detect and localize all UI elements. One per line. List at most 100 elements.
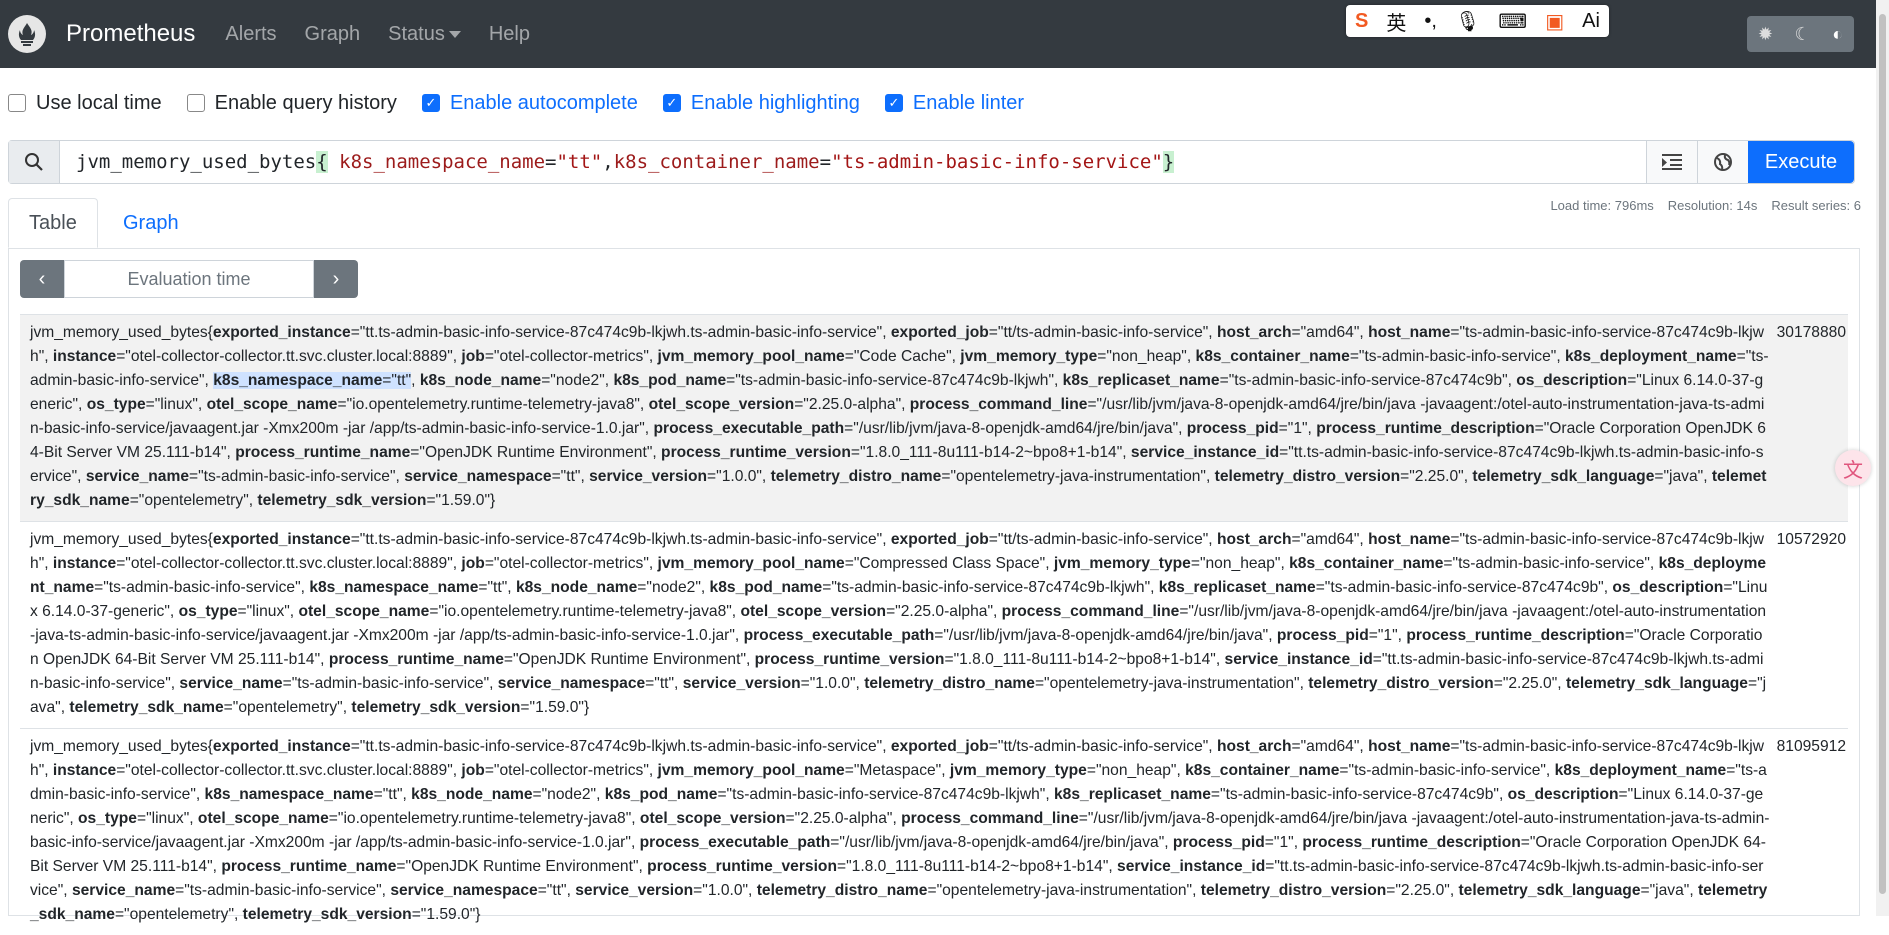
ime-language-toggle[interactable]: 英 <box>1386 7 1406 36</box>
option-autocomplete[interactable]: ✓ Enable autocomplete <box>421 91 638 115</box>
label-name: telemetry_distro_version <box>1308 675 1494 692</box>
checkbox-use-local-time[interactable] <box>8 94 26 112</box>
label-name: jvm_memory_pool_name <box>657 555 845 572</box>
label-name: process_runtime_description <box>1302 834 1521 851</box>
label-value: linux <box>160 396 193 413</box>
punctuation-icon[interactable]: •, <box>1424 10 1437 33</box>
keyboard-icon[interactable]: ⌨ <box>1498 9 1527 34</box>
label-value: otel-collector-collector.tt.svc.cluster.… <box>130 762 448 779</box>
ime-ai-button[interactable]: Ai <box>1582 10 1600 33</box>
label-name: job <box>461 762 485 779</box>
label-value: node2 <box>555 372 600 389</box>
label-name: process_runtime_name <box>221 858 397 875</box>
label-name: telemetry_sdk_version <box>351 699 521 716</box>
label-value: Compressed Class Space <box>859 555 1040 572</box>
label-name: process_runtime_description <box>1406 627 1625 644</box>
label-name: service_namespace <box>390 882 538 899</box>
label-value: ts-admin-basic-info-service-87c474c9b-lk… <box>732 786 1040 803</box>
nav-status[interactable]: Status <box>388 23 461 46</box>
series-labels: jvm_memory_used_bytes{exported_instance=… <box>30 738 1770 923</box>
label-name: process_command_line <box>1001 603 1180 620</box>
tab-table[interactable]: Table <box>8 198 98 248</box>
option-label: Enable highlighting <box>690 91 860 114</box>
label-name: telemetry_distro_version <box>1200 882 1387 899</box>
label-name: service_namespace <box>497 675 646 692</box>
label-value: linux <box>151 810 184 827</box>
table-row: jvm_memory_used_bytes{exported_instance=… <box>20 728 1848 935</box>
evaluation-time-input[interactable]: Evaluation time <box>64 260 314 298</box>
label-name: k8s_node_name <box>515 579 638 596</box>
label-name: telemetry_distro_name <box>770 468 942 485</box>
label-name: telemetry_sdk_version <box>257 492 427 509</box>
execute-button[interactable]: Execute <box>1748 141 1854 183</box>
format-expression-button[interactable] <box>1646 141 1697 183</box>
label-name: host_name <box>1368 531 1451 548</box>
label-name: os_description <box>1612 579 1724 596</box>
nav-graph[interactable]: Graph <box>305 23 361 46</box>
label-name: k8s_pod_name <box>613 372 727 389</box>
scrollbar-thumb[interactable] <box>1879 14 1886 894</box>
option-linter[interactable]: ✓ Enable linter <box>884 92 1024 115</box>
page-scrollbar[interactable] <box>1876 0 1889 916</box>
label-value: 1 <box>1293 420 1302 437</box>
label-value: linux <box>252 603 285 620</box>
label-name: telemetry_sdk_language <box>1565 675 1748 692</box>
translate-float-icon[interactable]: 文 <box>1835 450 1871 486</box>
skin-icon[interactable]: ▣ <box>1545 9 1564 34</box>
checkbox-linter[interactable]: ✓ <box>884 94 903 112</box>
next-time-button[interactable]: › <box>314 260 358 298</box>
label-value: 2.25.0 <box>1414 468 1459 485</box>
sogou-logo-icon[interactable]: S <box>1355 10 1368 33</box>
label-value: 1 <box>1383 627 1393 644</box>
label-value: java <box>1669 468 1698 485</box>
label-value: non_heap <box>1111 348 1182 365</box>
label-value: ts-admin-basic-info-service <box>108 579 296 596</box>
label-value: opentelemetry-java-instrumentation <box>942 882 1187 899</box>
label-value: ts-admin-basic-info-service <box>1458 555 1645 572</box>
label-value: 1.8.0_111-8u111-b14-2~bpo8+1-b14 <box>851 858 1103 875</box>
label-value: tt <box>388 786 397 803</box>
brand-title[interactable]: Prometheus <box>66 20 195 48</box>
label-value: ts-admin-basic-info-service <box>297 675 484 692</box>
label-name: k8s_container_name <box>1195 348 1350 365</box>
checkbox-autocomplete[interactable]: ✓ <box>421 94 440 112</box>
query-stats: Load time: 796ms Resolution: 14s Result … <box>1550 198 1861 213</box>
checkbox-highlighting[interactable]: ✓ <box>662 94 681 112</box>
ime-toolbar: S 英 •, 🎙 ⌨ ▣ Ai <box>1346 5 1609 37</box>
option-query-history[interactable]: Enable query history <box>186 92 397 115</box>
dark-theme-icon[interactable]: ☾ <box>1795 24 1811 45</box>
checkbox-query-history[interactable] <box>186 94 205 112</box>
label-name: service_name <box>179 675 283 692</box>
prometheus-logo-icon[interactable] <box>8 15 46 53</box>
option-use-local-time[interactable]: Use local time <box>8 92 162 115</box>
auto-theme-icon[interactable]: ◐ <box>1832 24 1843 45</box>
tab-graph[interactable]: Graph <box>103 198 199 248</box>
label-name: job <box>461 348 485 365</box>
option-label: Enable autocomplete <box>449 91 638 114</box>
label-value: 1 <box>1279 834 1289 851</box>
series-metric-name: jvm_memory_used_bytes <box>30 738 208 755</box>
previous-time-button[interactable]: ‹ <box>20 260 64 298</box>
option-highlighting[interactable]: ✓ Enable highlighting <box>662 91 860 115</box>
label-value: otel-collector-collector.tt.svc.cluster.… <box>130 348 448 365</box>
label-name: process_executable_path <box>653 420 845 437</box>
label-name: telemetry_sdk_version <box>242 906 412 923</box>
label-name: otel_scope_name <box>206 396 338 413</box>
label-name: k8s_deployment_name <box>1565 348 1737 365</box>
label-value: ts-admin-basic-info-service-87c474c9b <box>1225 786 1494 803</box>
label-name: telemetry_distro_name <box>756 882 928 899</box>
metrics-explorer-globe-icon[interactable] <box>1697 141 1748 183</box>
query-expression-input[interactable]: jvm_memory_used_bytes{ k8s_namespace_nam… <box>60 141 1646 183</box>
label-name: k8s_namespace_name <box>204 786 374 803</box>
nav-help[interactable]: Help <box>489 23 530 46</box>
label-name: os_type <box>78 810 137 827</box>
label-name: host_arch <box>1216 324 1292 341</box>
label-name: jvm_memory_pool_name <box>657 762 845 779</box>
microphone-icon[interactable]: 🎙 <box>1455 9 1480 34</box>
label-value: amd64 <box>1306 738 1354 755</box>
light-theme-icon[interactable]: ✹ <box>1758 24 1773 45</box>
evaluation-time-control: ‹ Evaluation time › <box>20 260 358 298</box>
nav-alerts[interactable]: Alerts <box>225 23 276 46</box>
label-value: ts-admin-basic-info-service <box>203 468 390 485</box>
label-name: exported_job <box>890 738 989 755</box>
